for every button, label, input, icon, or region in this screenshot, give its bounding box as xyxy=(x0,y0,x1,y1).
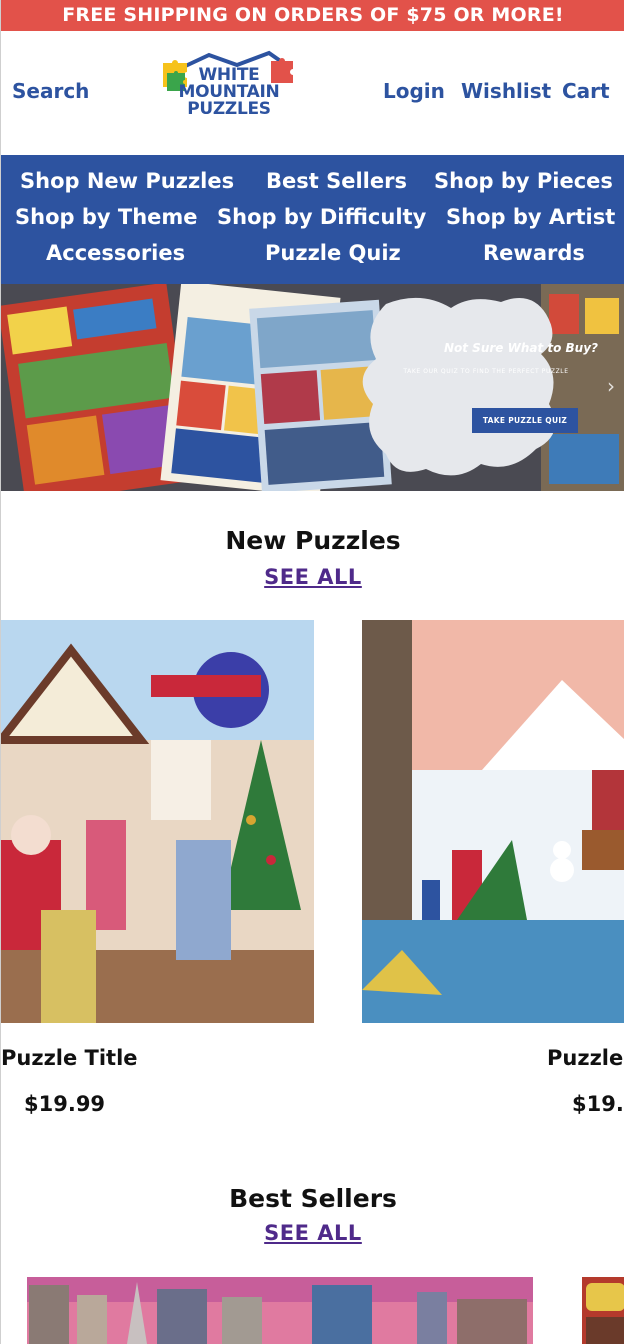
product-image[interactable] xyxy=(362,620,624,1023)
nav-best-sellers[interactable]: Best Sellers xyxy=(266,169,407,193)
nav-shop-by-difficulty[interactable]: Shop by Difficulty xyxy=(217,205,426,229)
nav-accessories[interactable]: Accessories xyxy=(46,241,185,265)
christmas-mall-puzzle-image xyxy=(1,620,314,1023)
logo-line-3: PUZZLES xyxy=(187,99,271,119)
promo-banner: FREE SHIPPING ON ORDERS OF $75 OR MORE! xyxy=(1,0,624,31)
hero-carousel[interactable]: Not Sure What to Buy? TAKE OUR QUIZ TO F… xyxy=(1,284,624,491)
hero-title: Not Sure What to Buy? xyxy=(443,341,599,355)
login-link[interactable]: Login xyxy=(383,79,445,103)
main-navigation: Shop New Puzzles Best Sellers Shop by Pi… xyxy=(1,155,624,284)
winter-farm-puzzle-image xyxy=(362,620,624,1023)
cart-link[interactable]: Cart xyxy=(562,79,610,103)
product-title[interactable]: Puzzle xyxy=(547,1046,623,1070)
nav-shop-new-puzzles[interactable]: Shop New Puzzles xyxy=(20,169,234,193)
chevron-right-icon[interactable]: › xyxy=(607,374,615,398)
new-puzzles-heading: New Puzzles xyxy=(225,526,401,555)
best-sellers-see-all-link[interactable]: SEE ALL xyxy=(1,1221,624,1245)
search-link[interactable]: Search xyxy=(12,79,89,103)
hero-subtitle: TAKE OUR QUIZ TO FIND THE PERFECT PUZZLE xyxy=(403,368,569,375)
product-price: $19.99 xyxy=(24,1092,106,1116)
wishlist-link[interactable]: Wishlist xyxy=(461,79,551,103)
nav-puzzle-quiz[interactable]: Puzzle Quiz xyxy=(265,241,401,265)
take-puzzle-quiz-button[interactable]: TAKE PUZZLE QUIZ xyxy=(472,408,578,433)
nav-rewards[interactable]: Rewards xyxy=(483,241,585,265)
new-puzzles-see-all-link[interactable]: SEE ALL xyxy=(1,565,624,589)
nav-shop-by-theme[interactable]: Shop by Theme xyxy=(15,205,198,229)
nav-shop-by-pieces[interactable]: Shop by Pieces xyxy=(434,169,613,193)
best-sellers-heading: Best Sellers xyxy=(229,1184,397,1213)
product-image[interactable] xyxy=(1,620,314,1023)
diner-puzzle-image xyxy=(582,1277,624,1344)
product-price: $19.9 xyxy=(572,1092,624,1116)
product-image[interactable] xyxy=(27,1277,533,1344)
product-image[interactable] xyxy=(582,1277,624,1344)
site-logo[interactable]: WHITE MOUNTAIN PUZZLES xyxy=(159,49,299,133)
hero-puzzle-collage xyxy=(1,284,624,491)
nav-shop-by-artist[interactable]: Shop by Artist xyxy=(446,205,615,229)
city-skyline-puzzle-image xyxy=(27,1277,533,1344)
product-title[interactable]: Puzzle Title xyxy=(1,1046,138,1070)
site-header: Search WHITE MOUNTAIN PUZZLES Login Wish… xyxy=(1,31,624,155)
